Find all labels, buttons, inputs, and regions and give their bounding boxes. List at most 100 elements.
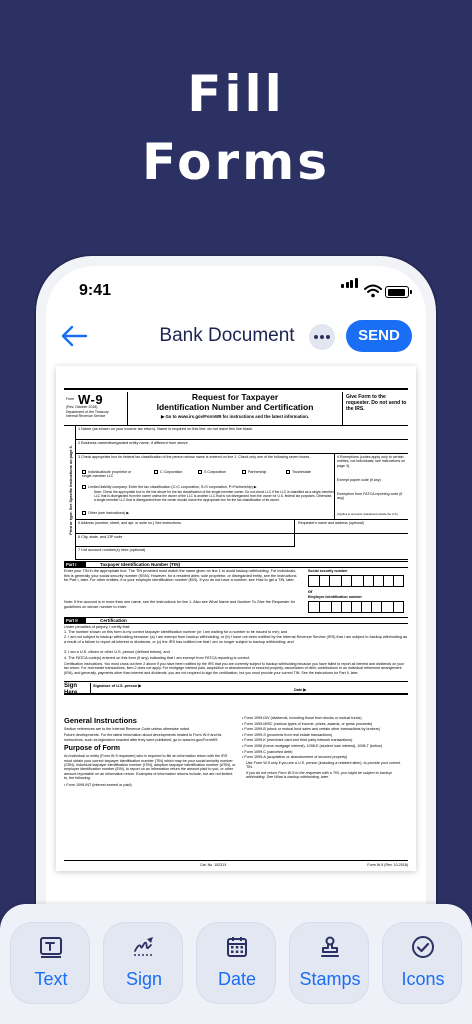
fatca-field[interactable]: Exemption from FATCA reporting code (if …	[337, 492, 407, 501]
document-title: Bank Document	[159, 325, 295, 346]
cb-other[interactable]: Other (see instructions) ▶	[82, 511, 130, 516]
ein-label: Employer identification number	[308, 595, 362, 599]
general-instructions: General Instructions Section references …	[64, 716, 236, 788]
calendar-icon	[225, 935, 249, 959]
form-list-item: • Form 1099-K (merchant card and third p…	[242, 738, 353, 743]
tool-text-button[interactable]: Text	[10, 922, 90, 1004]
form-list-item: If you do not return Form W-9 to the req…	[246, 770, 392, 780]
battery-tip	[410, 290, 412, 294]
cert-item-4: 4. The FATCA code(s) entered on this for…	[64, 656, 251, 660]
form-list-item: • Form 1099-B (stock or mutual fund sale…	[242, 727, 380, 732]
status-bar: 9:41	[46, 266, 426, 316]
tool-label: Text	[34, 969, 68, 989]
purpose-title: Purpose of Form	[64, 745, 121, 753]
field-line-1-label: 1 Name (as shown on your income tax retu…	[78, 427, 254, 431]
cert-item-1: 1. The number shown on this form is my c…	[64, 630, 288, 634]
tool-icons-button[interactable]: Icons	[382, 922, 462, 1004]
bullet-int: • Form 1099-INT (interest earned or paid…	[64, 782, 132, 787]
tool-label: Date	[217, 969, 257, 989]
form-footer: Cat. No. 10231X Form W-9 (Rev. 10-2018)	[64, 860, 408, 867]
cb-trust-estate[interactable]: Trust/estate	[286, 470, 311, 475]
form-word: Form	[66, 397, 75, 401]
cb-c-corporation[interactable]: C Corporation	[154, 470, 182, 475]
form-irs: Internal Revenue Service	[66, 414, 106, 418]
more-options-icon[interactable]	[309, 324, 335, 350]
form-goto: ▶ Go to www.irs.gov/FormW9 for instructi…	[160, 414, 310, 419]
llc-note: Note: Check the appropriate box in the l…	[94, 490, 334, 502]
or-label: or	[308, 589, 313, 594]
field-line-5[interactable]: 5 Address (number, street, and apt. or s…	[76, 520, 408, 547]
battery-icon	[385, 286, 409, 298]
tool-label: Sign	[125, 969, 163, 989]
purpose-text: An individual or entity (Form W-9 reques…	[64, 754, 236, 781]
gi-title: General Instructions	[64, 716, 137, 725]
cb-llc[interactable]: Limited liability company. Enter the tax…	[82, 485, 332, 490]
hero-line-1: Fill	[187, 65, 285, 123]
back-arrow-icon[interactable]	[60, 324, 88, 348]
send-button[interactable]: SEND	[346, 320, 412, 352]
tool-sign-button[interactable]: Sign	[103, 922, 183, 1004]
gi-future: Future developments. For the latest info…	[64, 733, 222, 742]
document-page[interactable]: Form W-9 (Rev. October 2018) Department …	[56, 366, 416, 871]
field-line-3: 3 Check appropriate box for federal tax …	[76, 454, 408, 520]
form-list-item: Use Form W-9 only if you are a U.S. pers…	[246, 760, 401, 770]
form-list-item: • Form 1098 (home mortgage interest), 10…	[242, 743, 383, 748]
field-line-7[interactable]: 7 List account number(s) here (optional)	[76, 547, 408, 560]
cb-trust-label: Trust/estate	[292, 470, 311, 474]
form-title: Request for Taxpayer Identification Numb…	[130, 392, 340, 412]
part-1-name: Taxpayer Identification Number (TIN)	[100, 562, 181, 567]
field-line-6[interactable]: 6 City, state, and ZIP code	[76, 534, 294, 547]
date-field[interactable]: Date ▶	[294, 687, 306, 692]
exemptions-divider	[334, 454, 335, 520]
cert-instructions: Certification instructions. You must cro…	[64, 662, 405, 675]
tool-label: Icons	[401, 969, 445, 989]
line-3-label: 3 Check appropriate box for federal tax …	[78, 455, 311, 459]
footer-form: Form W-9 (Rev. 10-2018)	[367, 863, 408, 867]
wifi-icon	[364, 284, 382, 298]
requester-field[interactable]: Requester's name and address (optional)	[298, 521, 364, 525]
field-line-2-label: 2 Business name/disregarded entity name,…	[78, 441, 188, 445]
cert-item-3: 3. I am a U.S. citizen or other U.S. per…	[64, 650, 170, 654]
fatca-note: (Applies to accounts maintained outside …	[337, 512, 399, 516]
gi-ref: Section references are to the Internal R…	[64, 727, 191, 731]
form-list-item: • Form 1099-A (acquisition or abandonmen…	[242, 755, 348, 760]
part-1-tag: Part I	[64, 562, 86, 567]
w9-form: Form W-9 (Rev. October 2018) Department …	[64, 388, 408, 868]
cb-other-label: Other (see instructions) ▶	[88, 511, 130, 515]
cb-scorp-label: S Corporation	[204, 470, 227, 474]
signature-field[interactable]: Signature of U.S. person ▶	[90, 683, 290, 693]
cb-individual-label: Individual/sole proprietor or single-mem…	[82, 470, 132, 479]
ein-field[interactable]	[308, 601, 404, 613]
sign-here-label: Sign Here	[64, 683, 78, 696]
hero-title: Fill Forms	[0, 60, 472, 196]
form-give-to: Give Form to the requester. Do not send …	[342, 392, 408, 426]
cb-s-corporation[interactable]: S Corporation	[198, 470, 227, 475]
signature-icon	[132, 935, 156, 959]
form-list-item: • Form 1099-C (canceled debt)	[242, 749, 293, 754]
w9-header: Form W-9 (Rev. October 2018) Department …	[64, 390, 408, 426]
form-list-right: • Form 1099-DIV (dividends, including th…	[242, 716, 408, 781]
form-title-line-2: Identification Number and Certification	[156, 401, 314, 412]
form-side-text: Print or type. See Specific Instructions…	[69, 445, 73, 535]
part-2-name: Certification	[100, 618, 127, 623]
tool-stamps-button[interactable]: Stamps	[289, 922, 369, 1004]
part-1-header: Part I Taxpayer Identification Number (T…	[64, 561, 408, 568]
form-id-box: Form W-9 (Rev. October 2018) Department …	[64, 392, 128, 426]
signature-row: Sign Here Signature of U.S. person ▶ Dat…	[64, 681, 408, 696]
cb-partnership[interactable]: Partnership	[242, 470, 266, 475]
exempt-payee-field[interactable]: Exempt payee code (if any)	[337, 478, 407, 482]
text-icon	[39, 935, 63, 959]
battery-level	[387, 288, 405, 296]
ssn-field[interactable]	[308, 575, 404, 587]
form-list-item: • Form 1099-MISC (various types of incom…	[242, 721, 373, 726]
tool-date-button[interactable]: Date	[196, 922, 276, 1004]
status-time: 9:41	[79, 282, 112, 299]
bottom-toolbar: Text Sign Date Stamps Icons	[0, 904, 472, 1024]
cb-individual[interactable]: Individual/sole proprietor or single-mem…	[82, 470, 142, 479]
cb-llc-label: Limited liability company. Enter the tax…	[88, 485, 257, 489]
cert-item-2: 2. I am not subject to backup withholdin…	[64, 635, 407, 644]
field-line-2[interactable]: 2 Business name/disregarded entity name,…	[76, 440, 408, 454]
part-2-intro: Under penalties of perjury, I certify th…	[64, 625, 130, 629]
form-list-item: • Form 1099-DIV (dividends, including th…	[242, 716, 362, 720]
field-line-1[interactable]: 1 Name (as shown on your income tax retu…	[76, 426, 408, 440]
